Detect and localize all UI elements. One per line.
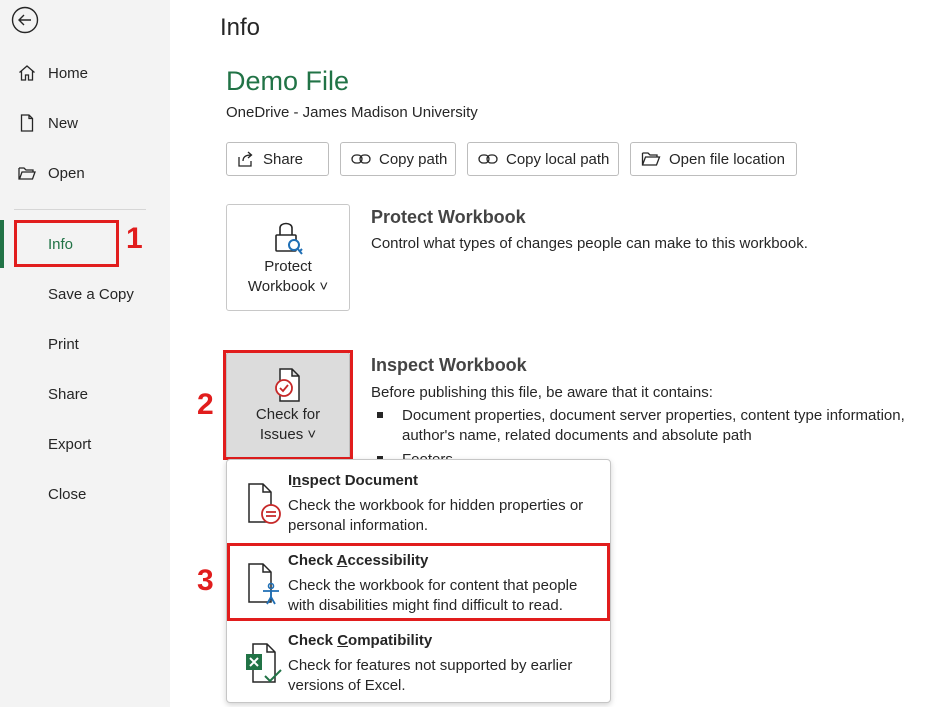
file-name: Demo File — [226, 66, 350, 96]
link-icon — [351, 154, 371, 164]
excel-compatibility-icon — [246, 643, 282, 683]
nav-save-a-copy-label: Save a Copy — [48, 285, 134, 303]
menu-item-check-compatibility[interactable]: Check Compatibility Check for features n… — [227, 622, 610, 702]
folder-icon — [641, 152, 661, 166]
nav-open[interactable]: Open — [0, 153, 170, 193]
inspect-workbook-title: Inspect Workbook — [371, 355, 527, 375]
nav-save-a-copy[interactable]: Save a Copy — [0, 274, 170, 314]
sidebar-divider — [14, 209, 146, 210]
link-icon — [478, 154, 498, 164]
nav-home[interactable]: Home — [0, 53, 170, 93]
nav-new[interactable]: New — [0, 103, 170, 143]
inspect-bullet-line: author's name, related documents and abs… — [402, 427, 752, 444]
nav-export-label: Export — [48, 435, 92, 453]
back-arrow-icon — [11, 6, 39, 34]
home-icon — [19, 65, 35, 81]
file-location: OneDrive - James Madison University — [226, 104, 478, 121]
nav-print-label: Print — [48, 335, 79, 353]
lock-key-icon — [275, 222, 303, 255]
annotation-number-3: 3 — [197, 564, 214, 597]
open-folder-icon — [18, 167, 36, 180]
nav-close-label: Close — [48, 485, 87, 503]
inspect-bullet-line: Document properties, document server pro… — [402, 407, 905, 424]
nav-home-label: Home — [48, 64, 89, 82]
new-document-icon — [20, 114, 34, 132]
nav-close[interactable]: Close — [0, 474, 170, 514]
share-button-label: Share — [263, 150, 304, 168]
nav-share-label: Share — [48, 385, 89, 403]
annotation-box-3 — [227, 543, 610, 621]
copy-path-button-label: Copy path — [379, 150, 448, 168]
share-button[interactable]: Share — [226, 142, 329, 176]
backstage-sidebar: Home New Open Info Save a Copy Print Sha… — [0, 0, 170, 707]
inspect-document-icon — [248, 483, 281, 524]
inspect-document-description: Check the workbook for hidden properties… — [288, 497, 584, 534]
protect-workbook-description: Control what types of changes people can… — [371, 235, 808, 252]
nav-print[interactable]: Print — [0, 324, 170, 364]
annotation-number-2: 2 — [197, 388, 214, 421]
protect-tile-label-line2: Workbook ˅ — [247, 278, 329, 295]
inspect-document-title: Inspect Document — [288, 472, 419, 489]
protect-tile-label-line1: Protect — [264, 258, 312, 275]
protect-workbook-title: Protect Workbook — [371, 207, 526, 227]
open-file-location-button-label: Open file location — [669, 150, 785, 168]
copy-path-button[interactable]: Copy path — [340, 142, 456, 176]
page-title: Info — [220, 14, 261, 41]
check-compatibility-title: Check Compatibility — [288, 632, 433, 649]
check-compatibility-description: Check for features not supported by earl… — [288, 657, 573, 694]
protect-workbook-button[interactable]: Protect Workbook ˅ — [226, 204, 350, 311]
share-icon — [238, 151, 253, 167]
inspect-workbook-description: Before publishing this file, be aware th… — [371, 384, 713, 401]
open-file-location-button[interactable]: Open file location — [630, 142, 797, 176]
nav-open-label: Open — [48, 164, 85, 182]
nav-export[interactable]: Export — [0, 424, 170, 464]
nav-share[interactable]: Share — [0, 374, 170, 414]
copy-local-path-button-label: Copy local path — [506, 150, 610, 168]
annotation-box-1 — [14, 220, 119, 267]
nav-new-label: New — [48, 114, 79, 132]
annotation-number-1: 1 — [126, 222, 143, 255]
annotation-box-2 — [223, 350, 353, 460]
copy-local-path-button[interactable]: Copy local path — [467, 142, 619, 176]
menu-item-inspect-document[interactable]: Inspect Document Check the workbook for … — [227, 462, 610, 542]
bullet-marker — [377, 412, 383, 418]
back-button[interactable] — [11, 6, 39, 34]
